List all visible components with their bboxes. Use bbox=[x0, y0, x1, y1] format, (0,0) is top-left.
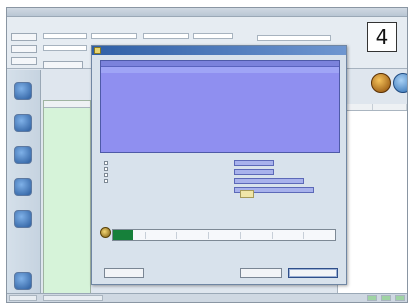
progress-bar bbox=[112, 229, 336, 241]
status-indicator-1[interactable] bbox=[367, 295, 377, 301]
dialog-grid-row[interactable] bbox=[101, 67, 339, 73]
right-list-header bbox=[338, 104, 407, 111]
progress-segment-divider bbox=[239, 232, 241, 239]
tree-pane-header bbox=[44, 101, 90, 108]
sidebar bbox=[7, 70, 41, 302]
progress-segment-divider bbox=[271, 232, 273, 239]
toolbar-field-6[interactable] bbox=[257, 35, 331, 41]
option-row-3[interactable] bbox=[104, 172, 184, 177]
option-row-1[interactable] bbox=[104, 160, 184, 165]
progress-segment-divider bbox=[208, 232, 210, 239]
field-1-input[interactable] bbox=[234, 160, 274, 166]
dialog-app-icon bbox=[94, 47, 101, 54]
option-row-4[interactable] bbox=[104, 178, 184, 183]
dialog-primary-button[interactable] bbox=[288, 268, 338, 278]
field-2-input[interactable] bbox=[234, 169, 274, 175]
right-list-column-2[interactable] bbox=[373, 104, 407, 110]
option-3-checkbox[interactable] bbox=[104, 172, 108, 177]
toolbar-field-5[interactable] bbox=[193, 33, 233, 39]
sidebar-icon-2[interactable] bbox=[14, 114, 32, 132]
option-4-checkbox[interactable] bbox=[104, 178, 108, 183]
toolbar-field-1[interactable] bbox=[43, 33, 87, 39]
dialog-grid[interactable] bbox=[100, 60, 340, 153]
status-indicator-2[interactable] bbox=[381, 295, 391, 301]
toolbar-field-4[interactable] bbox=[143, 33, 189, 39]
dialog-left-button[interactable] bbox=[104, 268, 144, 278]
field-row-3 bbox=[188, 178, 338, 186]
status-indicator-3[interactable] bbox=[395, 295, 405, 301]
option-1-checkbox[interactable] bbox=[104, 160, 108, 165]
option-2-checkbox[interactable] bbox=[104, 166, 108, 171]
app-window bbox=[6, 7, 408, 303]
sidebar-icon-5[interactable] bbox=[14, 210, 32, 228]
toolbar-field-2[interactable] bbox=[43, 45, 87, 51]
step-number-badge: 4 bbox=[367, 22, 397, 52]
download-button-icon[interactable] bbox=[393, 73, 407, 93]
sidebar-icon-4[interactable] bbox=[14, 178, 32, 196]
app-title-bar bbox=[7, 8, 407, 17]
toolbar-button-3[interactable] bbox=[11, 57, 37, 65]
options-group bbox=[104, 160, 184, 184]
progress-status-icon bbox=[100, 227, 111, 238]
sidebar-icon-3[interactable] bbox=[14, 146, 32, 164]
field-row-4 bbox=[188, 187, 338, 195]
option-row-2[interactable] bbox=[104, 166, 184, 171]
dialog-title-bar bbox=[92, 46, 346, 55]
browse-folder-icon[interactable] bbox=[240, 190, 254, 198]
sidebar-icon-6[interactable] bbox=[14, 272, 32, 290]
progress-segment-divider bbox=[303, 232, 305, 239]
field-3-input[interactable] bbox=[234, 178, 304, 184]
progress-segment-divider bbox=[176, 232, 178, 239]
status-bar bbox=[7, 293, 407, 302]
record-button-icon[interactable] bbox=[371, 73, 391, 93]
toolbar-button-2[interactable] bbox=[11, 45, 37, 53]
dialog-window bbox=[91, 45, 347, 285]
progress-segment-divider bbox=[144, 232, 146, 239]
status-cell-1 bbox=[9, 295, 37, 301]
field-row-2 bbox=[188, 169, 338, 177]
toolbar-field-3[interactable] bbox=[91, 33, 137, 39]
status-cell-2 bbox=[43, 295, 103, 301]
tree-pane[interactable] bbox=[43, 100, 91, 300]
toolbar-button-4[interactable] bbox=[43, 61, 83, 69]
progress-bar-fill bbox=[113, 230, 133, 240]
right-list-pane[interactable] bbox=[337, 104, 407, 300]
toolbar-button-1[interactable] bbox=[11, 33, 37, 41]
sidebar-icon-1[interactable] bbox=[14, 82, 32, 100]
dialog-secondary-button[interactable] bbox=[240, 268, 282, 278]
field-row-1 bbox=[188, 160, 338, 168]
settings-group bbox=[188, 160, 338, 196]
